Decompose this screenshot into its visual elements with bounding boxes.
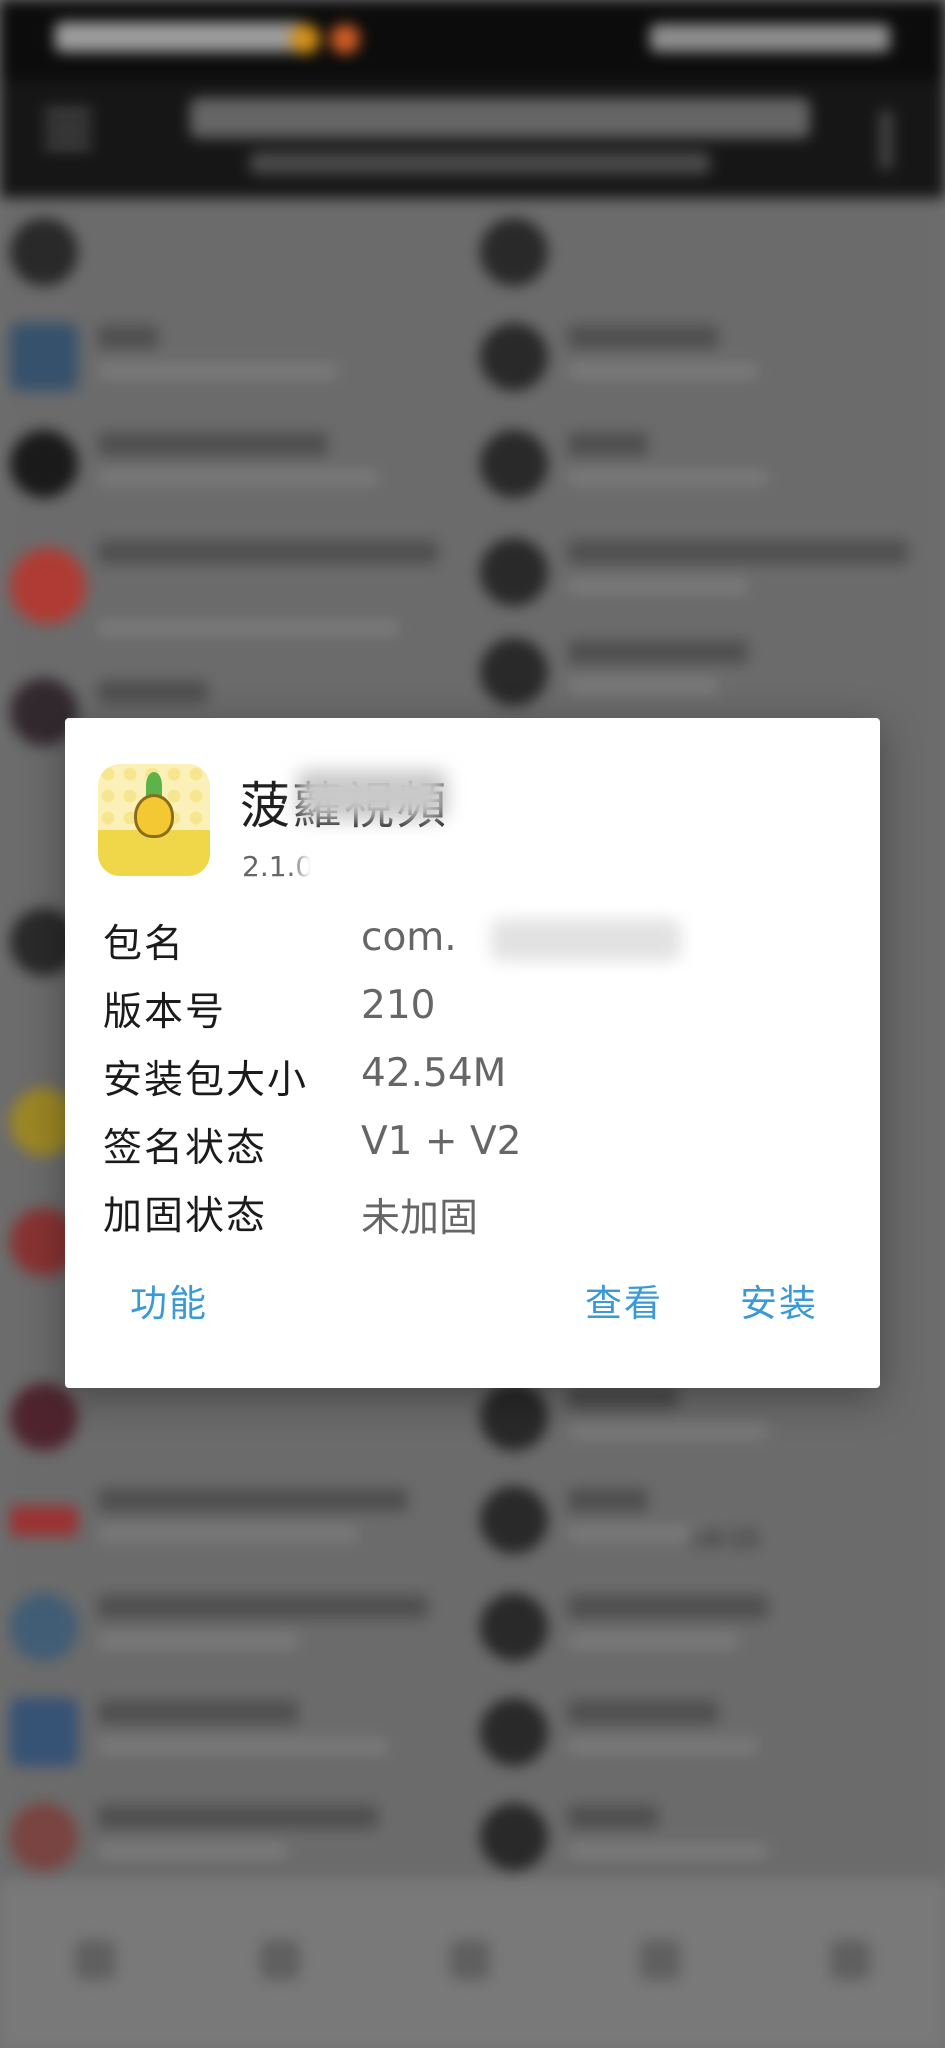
info-value: com. <box>361 915 457 960</box>
info-label: 加固状态 <box>103 1194 268 1239</box>
info-label: 包名 <box>103 922 186 967</box>
info-label: 版本号 <box>103 990 227 1035</box>
info-row-package: 包名 com. <box>103 913 843 981</box>
apk-info-dialog: 菠蘿視頻 2.1.0 包名 com. 版本号 210 安装包大小 42.54M … <box>65 718 880 1388</box>
info-row-hardening: 加固状态 未加固 <box>103 1185 843 1253</box>
redaction-blur <box>491 919 681 961</box>
apk-info-table: 包名 com. 版本号 210 安装包大小 42.54M 签名状态 V1 + V… <box>103 913 843 1253</box>
redaction-blur <box>300 848 370 884</box>
install-button[interactable]: 安装 <box>740 1273 818 1327</box>
info-value: 未加固 <box>361 1196 479 1241</box>
info-value: 210 <box>361 983 436 1028</box>
view-button[interactable]: 查看 <box>585 1273 663 1327</box>
screen: 09:15 菠蘿視頻 2.1.0 包名 com. <box>0 0 945 2048</box>
info-value: V1 + V2 <box>361 1119 522 1164</box>
info-row-version-code: 版本号 210 <box>103 981 843 1049</box>
dialog-actions: 功能 查看 安装 <box>65 1273 880 1353</box>
info-value: 42.54M <box>361 1051 507 1096</box>
info-label: 签名状态 <box>103 1126 268 1171</box>
pineapple-app-icon <box>98 764 210 876</box>
function-button[interactable]: 功能 <box>130 1273 208 1327</box>
info-row-signature: 签名状态 V1 + V2 <box>103 1117 843 1185</box>
info-label: 安装包大小 <box>103 1058 309 1103</box>
redaction-blur <box>297 770 447 820</box>
info-row-size: 安装包大小 42.54M <box>103 1049 843 1117</box>
